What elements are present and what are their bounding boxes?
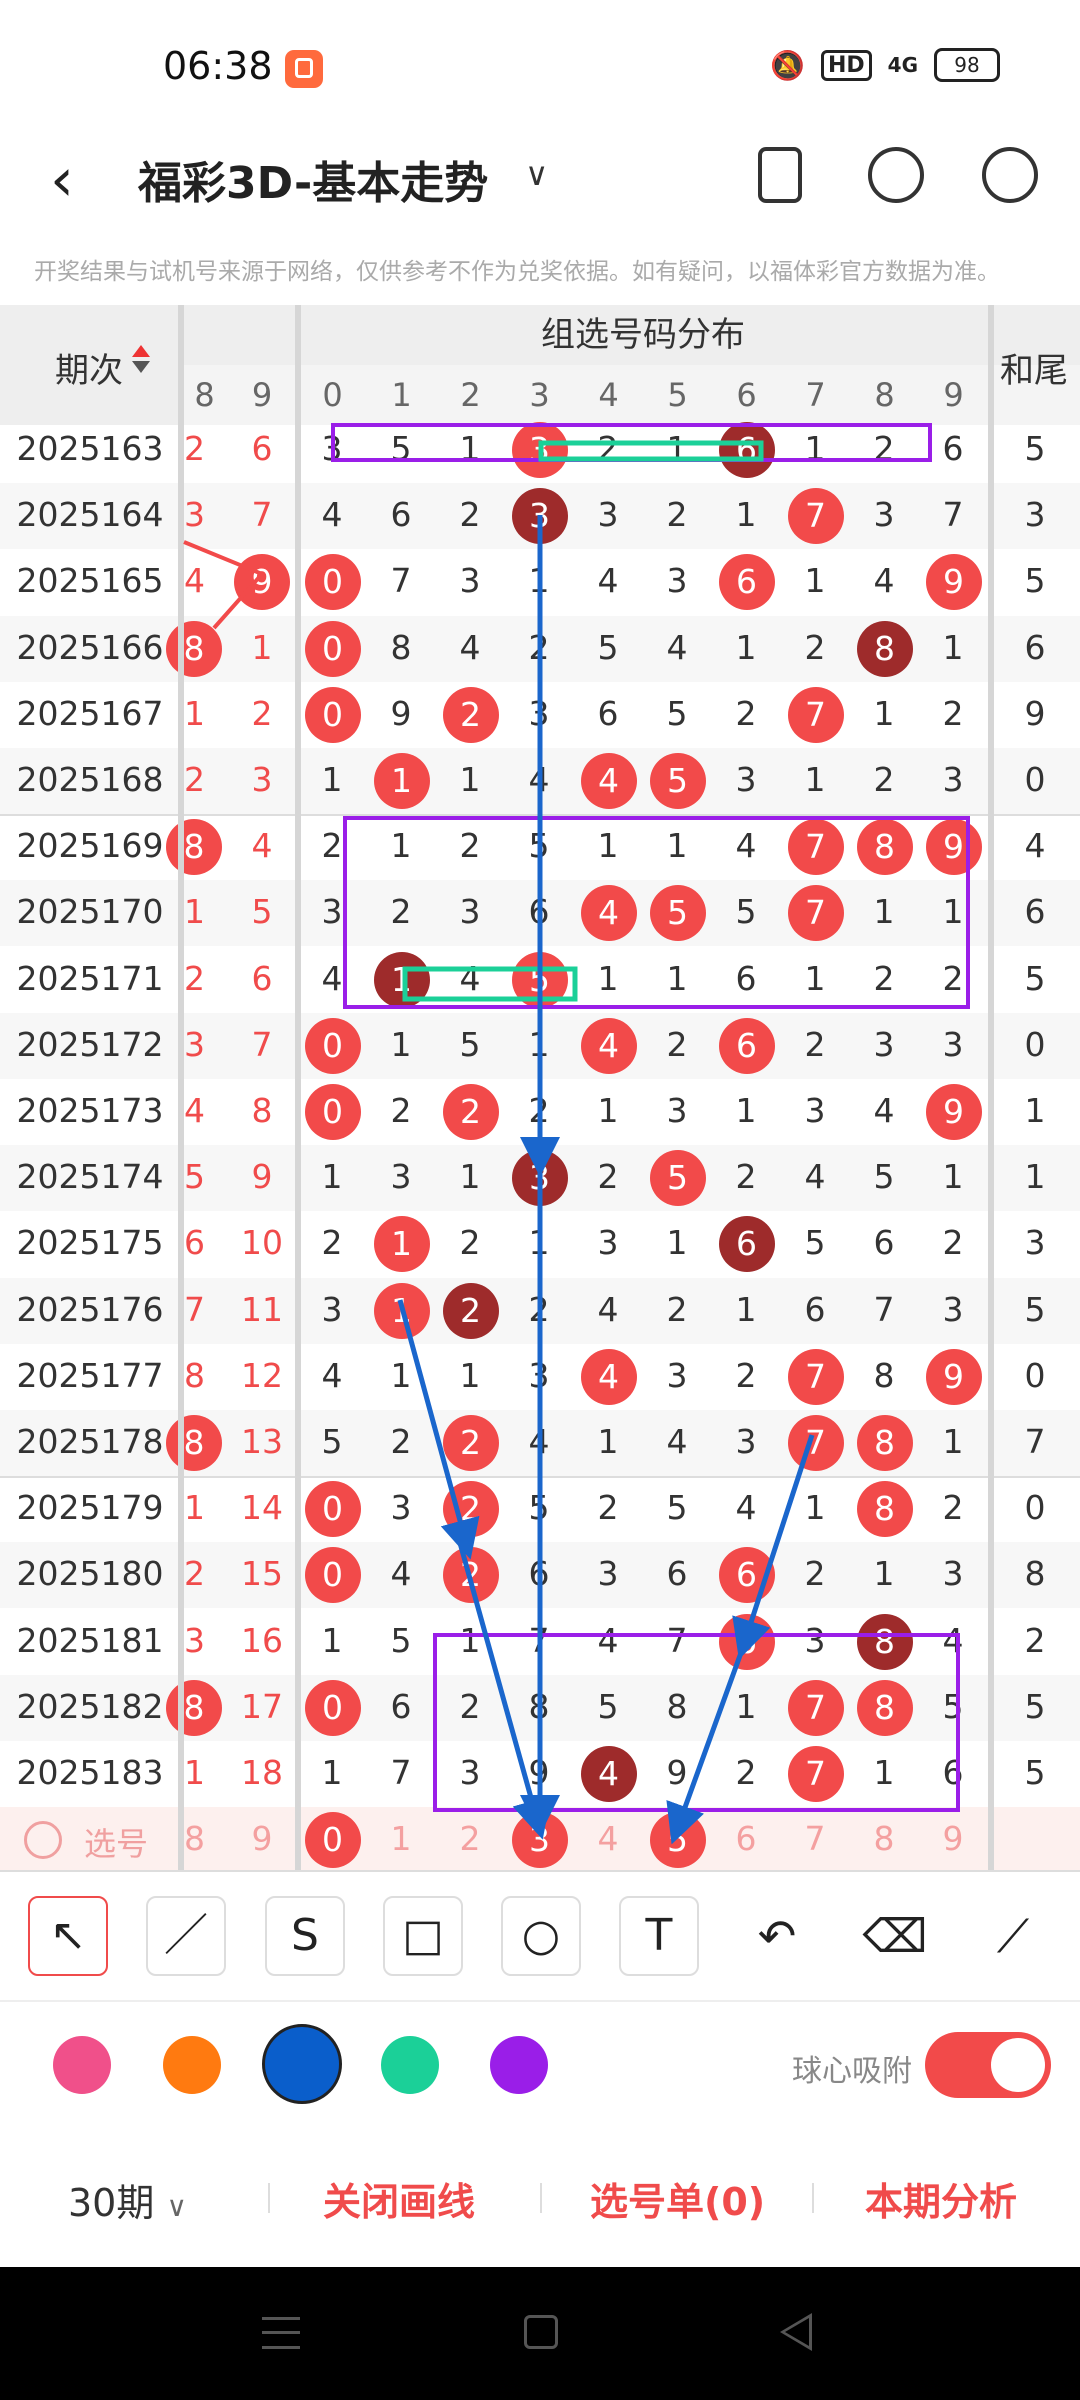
share-icon[interactable]	[868, 147, 924, 203]
drawn-line-red[interactable]	[183, 540, 266, 630]
status-icons: 🔕 HD 4G 98	[770, 48, 1000, 82]
orientation-icon[interactable]	[758, 147, 802, 203]
battery-icon: 98	[934, 48, 1000, 82]
signal-icon: 4G	[887, 53, 918, 77]
menu-icon[interactable]	[262, 2317, 300, 2349]
mute-icon: 🔕	[770, 48, 805, 82]
period-select-dropdown[interactable]: 30期 ∨	[68, 2172, 187, 2227]
snap-toggle[interactable]	[925, 2032, 1051, 2098]
rectangle-tool-icon[interactable]: □	[383, 1896, 463, 1976]
bottom-action-bar: 30期 ∨ 关闭画线 选号单(0) 本期分析	[0, 2127, 1080, 2267]
circle-tool-icon[interactable]: ○	[501, 1896, 581, 1976]
title-bar: ‹ 福彩3D-基本走势 ∨	[0, 125, 1080, 235]
period-select-label: 30期	[68, 2181, 155, 2225]
drawing-overlay[interactable]	[0, 305, 1080, 1870]
snap-label: 球心吸附	[792, 2054, 912, 2089]
pick-list-button[interactable]: 选号单(0)	[590, 2171, 765, 2226]
eraser-tool-icon[interactable]: ⌫	[855, 1896, 935, 1976]
back-icon[interactable]: ‹	[50, 150, 74, 210]
drawn-rectangle-green[interactable]	[538, 440, 764, 462]
line-tool-icon[interactable]: ／	[146, 1896, 226, 1976]
app-notification-icon	[285, 50, 323, 88]
drawn-rectangle-purple[interactable]	[343, 816, 970, 1009]
period-analysis-button[interactable]: 本期分析	[865, 2171, 1017, 2226]
text-tool-icon[interactable]: T	[619, 1896, 699, 1976]
divider	[812, 2183, 814, 2213]
settings-icon[interactable]	[982, 147, 1038, 203]
back-nav-icon[interactable]	[780, 2313, 812, 2351]
clear-tool-icon[interactable]: ⟋	[973, 1896, 1053, 1976]
color-swatch[interactable]	[490, 2036, 548, 2094]
divider	[268, 2183, 270, 2213]
pointer-tool-icon[interactable]: ↖	[28, 1896, 108, 1976]
drawn-arrow-blue[interactable]	[397, 1299, 480, 1560]
status-bar: 06:38 🔕 HD 4G 98	[0, 0, 1080, 125]
status-time: 06:38	[163, 44, 273, 88]
chevron-down-icon[interactable]: ∨	[525, 155, 548, 193]
trend-chart-table[interactable]: 期次 组选号码分布 和尾 890123456789 2025163 2 6 3 5 1 3 2…	[0, 305, 1080, 1870]
chevron-down-icon: ∨	[166, 2190, 187, 2223]
drawn-rectangle-green[interactable]	[402, 966, 578, 1002]
drawn-arrow-blue[interactable]	[666, 1649, 745, 1845]
toggle-knob	[991, 2038, 1045, 2092]
close-lines-button[interactable]: 关闭画线	[323, 2171, 475, 2226]
drawing-toolbar: ↖ ／ S □ ○ T ↶ ⌫ ⟋	[0, 1870, 1080, 2002]
hd-icon: HD	[820, 49, 872, 81]
color-swatch[interactable]	[53, 2036, 111, 2094]
divider	[540, 2183, 542, 2213]
drawn-rectangle-purple[interactable]	[433, 1633, 960, 1812]
undo-tool-icon[interactable]: ↶	[737, 1896, 817, 1976]
color-swatch[interactable]	[262, 2024, 342, 2104]
freehand-tool-icon[interactable]: S	[265, 1896, 345, 1976]
disclaimer-text: 开奖结果与试机号来源于网络，仅供参考不作为兑奖依据。如有疑问，以福体彩官方数据为…	[34, 259, 1000, 285]
system-nav-bar	[0, 2267, 1080, 2400]
color-swatch[interactable]	[381, 2036, 439, 2094]
drawn-arrow-blue[interactable]	[732, 1434, 815, 1660]
page-title[interactable]: 福彩3D-基本走势	[138, 147, 488, 211]
color-picker-bar: 球心吸附	[0, 2000, 1080, 2129]
home-icon[interactable]	[524, 2315, 558, 2349]
color-swatch[interactable]	[163, 2036, 221, 2094]
drawn-arrow-blue[interactable]	[452, 1524, 552, 1840]
